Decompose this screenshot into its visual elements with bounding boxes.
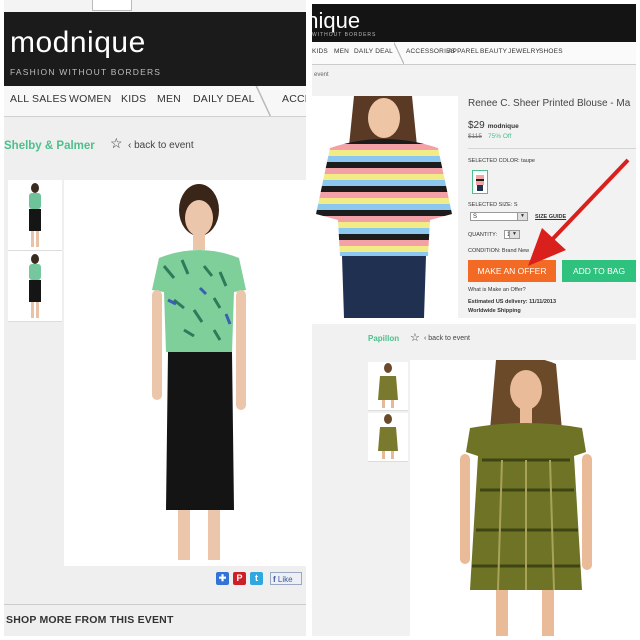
nav-all-sales[interactable]: ALL SALES xyxy=(10,93,67,105)
nav-men[interactable]: MEN xyxy=(334,48,349,55)
nav-women[interactable]: WOMEN xyxy=(69,93,111,105)
quantity-label: QUANTITY: xyxy=(468,232,498,238)
size-select[interactable]: S ▼ xyxy=(470,212,528,221)
swatch-image xyxy=(476,175,484,191)
right-top-screenshot-panel: dnique WITHOUT BORDERS KIDS MEN DAILY DE… xyxy=(312,4,636,318)
brand-link[interactable]: Shelby & Palmer xyxy=(4,140,95,152)
price-brand: modnique xyxy=(487,123,519,130)
thumbnail-front[interactable] xyxy=(8,180,62,251)
product-image xyxy=(312,93,458,318)
main-product-image xyxy=(64,180,306,566)
left-screenshot-panel: modnique FASHION WITHOUT BORDERS ALL SAL… xyxy=(4,0,306,636)
nav-divider xyxy=(254,86,274,116)
shop-more-section: SHOP MORE FROM THIS EVENT xyxy=(4,604,306,636)
nav-kids[interactable]: KIDS xyxy=(312,48,328,55)
thumbnail-back[interactable] xyxy=(368,413,408,462)
divider xyxy=(468,148,636,149)
thumbnail-list xyxy=(368,362,408,464)
twitter-icon[interactable]: t xyxy=(250,572,263,585)
site-header: modnique FASHION WITHOUT BORDERS xyxy=(4,12,306,86)
nav-daily-deal[interactable]: DAILY DEAL xyxy=(193,93,255,105)
size-select-value: S xyxy=(473,214,478,220)
site-tagline-cropped: WITHOUT BORDERS xyxy=(312,32,377,38)
nav-kids[interactable]: KIDS xyxy=(121,93,146,105)
nav-jewelry[interactable]: JEWELRY xyxy=(508,48,540,55)
site-logo[interactable]: modnique xyxy=(10,26,146,60)
dress-thumbnail-back-image xyxy=(378,414,398,459)
nav-divider xyxy=(394,42,404,64)
nav-daily-deal[interactable]: DAILY DEAL xyxy=(354,48,393,55)
brand-link[interactable]: Papillon xyxy=(368,334,399,343)
facebook-like-button[interactable]: f Like xyxy=(270,572,302,585)
product-price: $29 modnique xyxy=(468,120,519,131)
nav-accessories[interactable]: ACCE xyxy=(282,93,306,105)
thumbnail-back[interactable] xyxy=(8,251,62,322)
condition-label: CONDITION: Brand New xyxy=(468,248,530,254)
model-dress-illustration xyxy=(152,184,246,560)
browser-strip xyxy=(4,0,306,12)
back-link-label: back to event xyxy=(428,335,470,342)
chevron-down-icon: ▼ xyxy=(517,213,527,220)
thumbnail-front[interactable] xyxy=(368,362,408,411)
nav-men[interactable]: MEN xyxy=(157,93,181,105)
delicious-icon[interactable]: ✚ xyxy=(216,572,229,585)
chevron-down-icon: ▼ xyxy=(509,231,519,238)
site-logo-cropped[interactable]: dnique xyxy=(312,8,360,34)
shipping-info: Worldwide Shipping xyxy=(468,308,521,314)
nav-beauty[interactable]: BEAUTY xyxy=(480,48,507,55)
selected-size-label: SELECTED SIZE: S xyxy=(468,202,518,208)
selected-color-label: SELECTED COLOR: taupe xyxy=(468,158,535,164)
size-guide-link[interactable]: SIZE GUIDE xyxy=(535,214,566,220)
blouse-illustration xyxy=(316,93,452,318)
dress-thumbnail-front-image xyxy=(378,363,398,408)
star-icon[interactable]: ☆ xyxy=(110,135,123,152)
what-is-offer-link[interactable]: What is Make an Offer? xyxy=(468,287,526,293)
back-link-label: back to event xyxy=(134,140,194,151)
browser-tab-fragment xyxy=(92,0,132,11)
shop-more-heading: SHOP MORE FROM THIS EVENT xyxy=(6,614,174,626)
event-breadcrumb[interactable]: event xyxy=(314,72,329,78)
olive-dress-illustration xyxy=(460,356,592,636)
star-icon[interactable]: ☆ xyxy=(410,331,420,344)
main-product-image xyxy=(410,356,636,636)
site-tagline: FASHION WITHOUT BORDERS xyxy=(10,67,162,77)
event-bar: Shelby & Palmer ☆ ‹ back to event xyxy=(4,128,306,158)
discount-badge: 75% Off xyxy=(488,133,512,140)
price-value: $29 xyxy=(468,120,485,131)
right-bottom-screenshot-panel: Papillon ☆ ‹ back to event xyxy=(312,324,636,636)
like-label: Like xyxy=(277,575,293,584)
add-to-bag-button[interactable]: ADD TO BAG xyxy=(562,260,636,282)
quantity-select[interactable]: 1▼ xyxy=(504,230,520,239)
back-to-event-link[interactable]: ‹ back to event xyxy=(128,140,194,151)
model-thumbnail-back-image xyxy=(29,254,41,318)
event-bar: Papillon ☆ ‹ back to event xyxy=(312,330,636,348)
main-nav-cropped: KIDS MEN DAILY DEAL ACCESSORIES APPAREL … xyxy=(312,42,636,65)
color-swatch-taupe[interactable] xyxy=(472,170,488,194)
nav-shoes[interactable]: SHOES xyxy=(539,48,563,55)
delivery-estimate: Estimated US delivery: 11/11/2013 xyxy=(468,299,557,305)
main-nav: ALL SALES WOMEN KIDS MEN DAILY DEAL ACCE xyxy=(4,86,306,117)
thumbnail-list xyxy=(8,180,62,322)
back-to-event-link[interactable]: ‹ back to event xyxy=(424,335,470,342)
site-header-cropped: dnique WITHOUT BORDERS xyxy=(312,4,636,42)
product-title: Renee C. Sheer Printed Blouse - Ma xyxy=(468,98,631,109)
original-price: $115 xyxy=(468,133,482,140)
pinterest-icon[interactable]: P xyxy=(233,572,246,585)
nav-apparel[interactable]: APPAREL xyxy=(448,48,479,55)
model-thumbnail-front-image xyxy=(29,183,41,247)
make-an-offer-button[interactable]: MAKE AN OFFER xyxy=(468,260,556,282)
